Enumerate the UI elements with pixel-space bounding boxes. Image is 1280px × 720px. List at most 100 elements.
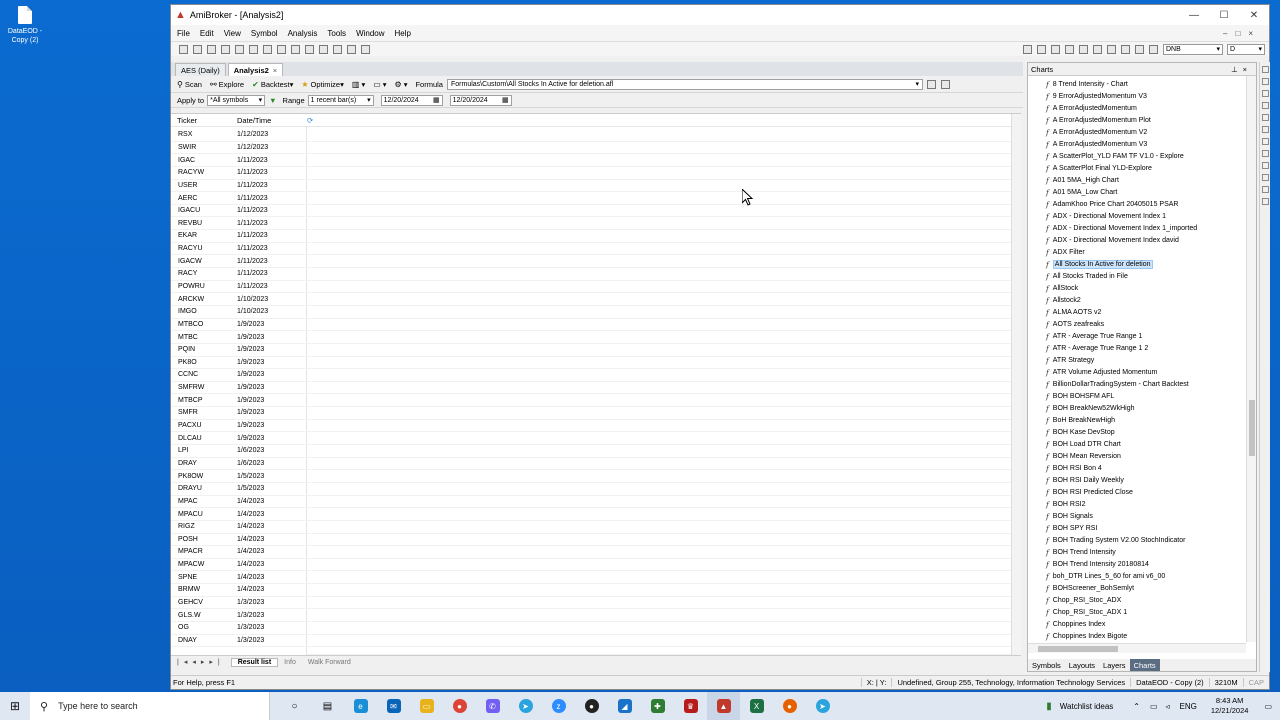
chart-formula-item[interactable]: f BOHScreener_BohSemlyt xyxy=(1028,582,1246,594)
tool-icon[interactable] xyxy=(1079,44,1088,54)
chart-formula-item[interactable]: f BOH Mean Reversion xyxy=(1028,450,1246,462)
scrollbar-thumb[interactable] xyxy=(1249,400,1255,456)
ticker-column-header[interactable]: Ticker xyxy=(171,116,237,125)
table-row[interactable]: SWIR 1/12/2023 xyxy=(171,142,1021,155)
back-icon[interactable] xyxy=(333,44,342,54)
task-view-icon[interactable]: ▤ xyxy=(311,692,344,720)
paste-icon[interactable] xyxy=(277,44,286,54)
chart-formula-item[interactable]: f A01 5MA_High Chart xyxy=(1028,174,1246,186)
redo-icon[interactable] xyxy=(319,44,328,54)
chart-formula-item[interactable]: f boh_DTR Lines_5_60 for ami v6_00 xyxy=(1028,570,1246,582)
table-row[interactable]: AERC 1/11/2023 xyxy=(171,192,1021,205)
tab-nav-arrows-icon[interactable]: |◂◂▸▸| xyxy=(177,658,225,666)
table-row[interactable]: PK8OW 1/5/2023 xyxy=(171,470,1021,483)
tool-icon[interactable] xyxy=(1093,44,1102,54)
menu-window[interactable]: Window xyxy=(356,29,384,38)
chart-formula-item[interactable]: f All Stocks In Active for deletion xyxy=(1028,258,1246,270)
menu-analysis[interactable]: Analysis xyxy=(288,29,318,38)
tab-layouts[interactable]: Layouts xyxy=(1065,659,1099,671)
tab-layers[interactable]: Layers xyxy=(1099,659,1130,671)
tab-walk-forward[interactable]: Walk Forward xyxy=(302,659,357,666)
chart-formula-item[interactable]: f BOH Load DTR Chart xyxy=(1028,438,1246,450)
table-row[interactable]: MPAC 1/4/2023 xyxy=(171,496,1021,509)
chart-formula-item[interactable]: f AdamKhoo Price Chart 20405015 PSAR xyxy=(1028,198,1246,210)
tray-chevron-icon[interactable]: ⌃ xyxy=(1127,702,1146,711)
undo-icon[interactable] xyxy=(305,44,314,54)
draw-color-icon[interactable] xyxy=(1107,44,1116,54)
chart-formula-item[interactable]: f BOH RSI Predicted Close xyxy=(1028,486,1246,498)
charts-vertical-scrollbar[interactable] xyxy=(1246,76,1256,642)
backtest-button[interactable]: ✔ Backtest ▾ xyxy=(252,80,293,89)
menu-file[interactable]: File xyxy=(177,29,190,38)
edge-icon[interactable]: e xyxy=(344,692,377,720)
text-tool-icon[interactable] xyxy=(1261,174,1269,181)
chart-formula-item[interactable]: fA ErrorAdjustedMomentum xyxy=(1028,102,1246,114)
cut-icon[interactable] xyxy=(249,44,258,54)
ray-tool-icon[interactable] xyxy=(1261,90,1269,97)
table-row[interactable]: LPI 1/6/2023 xyxy=(171,445,1021,458)
viber-icon[interactable]: ✆ xyxy=(476,692,509,720)
chart-formula-item[interactable]: f BOH SPY RSI xyxy=(1028,522,1246,534)
chart-formula-item[interactable]: f A01 5MA_Low Chart xyxy=(1028,186,1246,198)
arrow-tool-icon[interactable] xyxy=(1261,66,1269,73)
optimize-button[interactable]: ★ Optimize ▾ xyxy=(301,80,344,89)
trendline-tool-icon[interactable] xyxy=(1261,102,1269,109)
close-button[interactable]: ✕ xyxy=(1239,10,1269,21)
tool-icon[interactable] xyxy=(1065,44,1074,54)
app-icon[interactable]: ✚ xyxy=(641,692,674,720)
tab-aes-daily[interactable]: AES (Daily) xyxy=(175,63,226,76)
volume-icon[interactable]: ◃ xyxy=(1162,702,1174,711)
scan-button[interactable]: ⚲ Scan xyxy=(177,80,202,89)
edit-formula-icon[interactable] xyxy=(940,79,950,89)
network-icon[interactable]: ▭ xyxy=(1146,702,1162,711)
table-row[interactable]: MTBCO 1/9/2023 xyxy=(171,319,1021,332)
table-row[interactable]: EKAR 1/11/2023 xyxy=(171,230,1021,243)
clock[interactable]: 8:43 AM 12/21/2024 xyxy=(1203,696,1257,716)
table-row[interactable]: OG 1/3/2023 xyxy=(171,622,1021,635)
table-row[interactable]: DLCAU 1/9/2023 xyxy=(171,432,1021,446)
chart-formula-item[interactable]: f BOH RSI2 xyxy=(1028,498,1246,510)
formula-path-field[interactable]: Formulas\Custom\All Stocks In Active for… xyxy=(446,78,923,90)
chart-formula-item[interactable]: f BOH Trend Intensity xyxy=(1028,546,1246,558)
chart-formula-item[interactable]: f AOTS zeafreaks xyxy=(1028,318,1246,330)
mdi-controls-icon[interactable]: –□× xyxy=(1223,29,1261,38)
chart-formula-item[interactable]: f BOH BOHSFM AFL xyxy=(1028,390,1246,402)
tab-result-list[interactable]: Result list xyxy=(230,657,279,667)
table-row[interactable]: RIGZ 1/4/2023 xyxy=(171,521,1021,534)
chart-formula-item[interactable]: f ADX - Directional Movement Index 1 xyxy=(1028,210,1246,222)
chart-formula-item[interactable]: f8 Trend Intensity - Chart xyxy=(1028,78,1246,90)
telegram-icon[interactable]: ➤ xyxy=(806,692,839,720)
chart-formula-item[interactable]: fA ScatterPlot_YLD FAM TF V1.0 - Explore xyxy=(1028,150,1246,162)
rectangle-tool-icon[interactable] xyxy=(1261,138,1269,145)
table-row[interactable]: DNAY 1/3/2023 xyxy=(171,635,1021,648)
from-date-field[interactable]: 12/20/2024 ▦ xyxy=(380,94,443,106)
chart-formula-item[interactable]: f BOH RSI Daily Weekly xyxy=(1028,474,1246,486)
report-button[interactable]: ▥ ▾ xyxy=(352,80,365,89)
app-icon[interactable]: ◢ xyxy=(608,692,641,720)
table-row[interactable]: BRMW 1/4/2023 xyxy=(171,584,1021,597)
menu-symbol[interactable]: Symbol xyxy=(251,29,278,38)
channel-tool-icon[interactable] xyxy=(1261,114,1269,121)
minimize-button[interactable]: — xyxy=(1179,10,1209,21)
app-icon[interactable]: ♛ xyxy=(674,692,707,720)
chart-formula-item[interactable]: f Chop_RSI_Stoc_ADX 1 xyxy=(1028,606,1246,618)
menu-tools[interactable]: Tools xyxy=(327,29,346,38)
chart-formula-item[interactable]: fA ErrorAdjustedMomentum V3 xyxy=(1028,138,1246,150)
table-row[interactable]: RACYW 1/11/2023 xyxy=(171,167,1021,180)
chart-formula-item[interactable]: f Allstock2 xyxy=(1028,294,1246,306)
chart-formula-item[interactable]: f ATR Strategy xyxy=(1028,354,1246,366)
sort-icon[interactable]: ⟳ xyxy=(307,116,313,125)
chart-formula-item[interactable]: f BOH Trading System V2.00 StochIndicator xyxy=(1028,534,1246,546)
taskbar-search-box[interactable]: ⚲ Type here to search xyxy=(30,692,270,720)
fibonacci-tool-icon[interactable] xyxy=(1261,126,1269,133)
pencil-icon[interactable] xyxy=(1121,44,1130,54)
chart-formula-item[interactable]: f BoH BreakNewHigh xyxy=(1028,414,1246,426)
table-row[interactable]: IGACU 1/11/2023 xyxy=(171,205,1021,218)
table-row[interactable]: SMFRW 1/9/2023 xyxy=(171,382,1021,395)
table-row[interactable]: RSX 1/12/2023 xyxy=(171,129,1021,142)
interval-combo[interactable]: D ▾ xyxy=(1227,43,1265,55)
explore-button[interactable]: ⚯ Explore xyxy=(210,80,244,89)
range-select[interactable]: 1 recent bar(s) ▾ xyxy=(307,94,374,106)
tab-info[interactable]: Info xyxy=(278,659,302,666)
save-all-icon[interactable] xyxy=(221,44,230,54)
